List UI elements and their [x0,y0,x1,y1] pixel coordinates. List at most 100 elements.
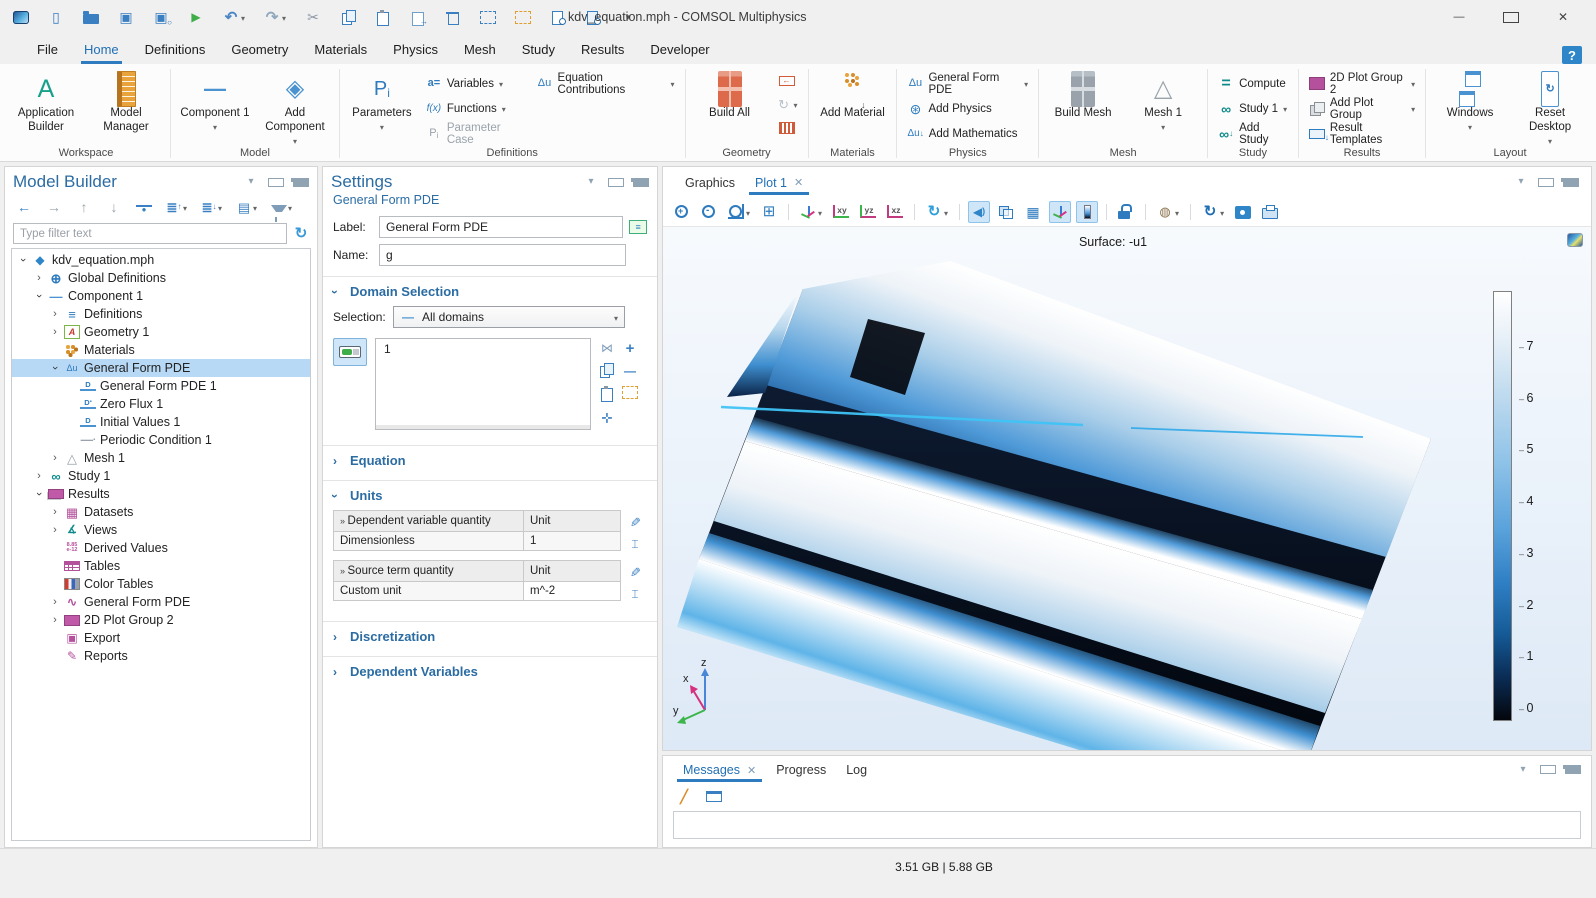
tree-item[interactable]: Derived Values [12,539,310,557]
physics-interface-button[interactable]: General Form PDE [904,71,1031,96]
graphics-tab[interactable]: Graphics [675,170,745,195]
graphics-tool[interactable] [671,201,693,222]
plot-properties-icon[interactable] [1567,233,1583,247]
tree-item[interactable]: Results [12,485,310,503]
mesh-1-button[interactable]: Mesh 1 [1126,69,1200,135]
geometry-tool-button[interactable] [773,73,801,89]
window-control-button[interactable] [1552,6,1574,28]
insert-unit-icon[interactable] [627,536,643,552]
panel-float-icon[interactable] [1538,178,1554,187]
study-1-button[interactable]: Study 1 [1215,96,1291,121]
tree-item[interactable]: Zero Flux 1 [12,395,310,413]
table-cell[interactable]: 1 [524,532,621,551]
graphics-tool[interactable] [1103,201,1110,223]
graphics-tool[interactable] [1232,201,1254,222]
menu-tab[interactable]: Developer [637,37,722,64]
graphics-tool[interactable] [1115,201,1137,222]
units-header[interactable]: Units [323,481,657,508]
add-component-button[interactable]: Add Component [258,69,332,148]
tree-expander-icon[interactable] [50,452,60,464]
messages-tool[interactable] [703,788,725,805]
compute-button[interactable]: Compute [1215,71,1291,96]
panel-caret-icon[interactable] [1513,174,1529,190]
qat-button[interactable] [150,6,172,28]
model-builder-tool[interactable] [133,198,155,217]
equation-contributions-button[interactable]: Equation Contributions [534,71,678,96]
unit-value-cell[interactable]: m^-2 [524,582,621,601]
window-control-button[interactable] [1448,6,1470,28]
label-field[interactable] [379,216,623,238]
panel-pin-icon[interactable] [633,178,649,187]
build-mesh-button[interactable]: Build Mesh [1046,69,1120,121]
menu-tab[interactable]: File [24,37,71,64]
graphics-tool[interactable] [1142,201,1149,223]
close-icon[interactable]: ✕ [794,176,803,189]
graphics-tool[interactable] [884,202,906,221]
edit-table-icon[interactable] [627,514,643,530]
domain-selection-header[interactable]: Domain Selection [323,277,657,304]
tree-item[interactable]: Periodic Condition 1 [12,431,310,449]
model-manager-button[interactable]: Model Manager [89,69,163,135]
qat-button[interactable] [337,6,359,28]
graphics-tool[interactable] [1022,201,1044,223]
component-1-button[interactable]: Component 1 [178,69,252,135]
tree-expander-icon[interactable] [18,254,28,266]
graphics-tool[interactable] [1076,201,1098,223]
variables-button[interactable]: Variables [423,71,528,96]
plot-canvas[interactable]: Surface: -u1 7 6 5 4 3 2 [663,227,1591,750]
messages-tab[interactable]: Progress [766,757,836,782]
parameters-button[interactable]: Parameters [347,69,417,135]
qat-button[interactable] [547,6,569,28]
graphics-tool[interactable] [1049,201,1071,223]
tree-item[interactable]: Study 1 [12,467,310,485]
panel-float-icon[interactable] [1540,765,1556,774]
messages-tab[interactable]: Log [836,757,877,782]
graphics-tool[interactable] [785,201,792,223]
equation-header[interactable]: Equation [323,446,657,473]
caret-icon[interactable] [241,10,245,24]
panel-caret-icon[interactable] [1515,762,1531,778]
model-builder-tool[interactable] [103,196,125,218]
tree-item[interactable]: Reports [12,647,310,665]
messages-output[interactable] [673,811,1581,839]
window-control-button[interactable] [1500,6,1522,28]
graphics-tool[interactable] [956,201,963,223]
copy-selection-icon[interactable] [599,363,615,379]
tree-item[interactable]: Materials [12,341,310,359]
tree-item[interactable]: Datasets [12,503,310,521]
qat-button[interactable] [185,6,207,28]
tree-item[interactable]: kdv_equation.mph [12,251,310,269]
graphics-tool[interactable] [923,201,951,223]
domain-list[interactable]: 1 [375,338,591,430]
qat-button[interactable] [45,6,67,28]
add-physics-button[interactable]: Add Physics [904,96,1031,121]
qat-button[interactable] [10,8,32,27]
tree-item[interactable]: Global Definitions [12,269,310,287]
help-button[interactable]: ? [1562,46,1582,64]
tree-expander-icon[interactable] [50,596,60,608]
tree-item[interactable]: 2D Plot Group 2 [12,611,310,629]
qat-button[interactable] [115,6,137,28]
table-cell[interactable]: Custom unit [334,582,524,601]
panel-float-icon[interactable] [608,178,624,187]
graphics-tool[interactable] [857,202,879,221]
windows-button[interactable]: Windows [1433,69,1507,135]
qat-button[interactable] [442,6,464,28]
tree-item[interactable]: Views [12,521,310,539]
graphics-tool[interactable] [1154,201,1182,223]
qat-button[interactable] [220,6,248,28]
insert-unit-icon[interactable] [627,586,643,602]
qat-button[interactable] [407,6,429,28]
close-icon[interactable]: ✕ [747,764,756,777]
reset-desktop-button[interactable]: Reset Desktop [1513,69,1587,148]
result-templates-button[interactable]: Result Templates [1306,121,1418,146]
qat-button[interactable] [261,6,289,28]
tree-filter-input[interactable] [13,223,287,244]
add-plot-group-button[interactable]: Add Plot Group [1306,96,1418,121]
model-builder-tool[interactable] [73,196,95,218]
tree-item[interactable]: Definitions [12,305,310,323]
menu-tab[interactable]: Results [568,37,637,64]
add-mathematics-button[interactable]: Add Mathematics [904,121,1031,146]
model-builder-tool[interactable] [233,196,260,218]
tree-item[interactable]: Color Tables [12,575,310,593]
